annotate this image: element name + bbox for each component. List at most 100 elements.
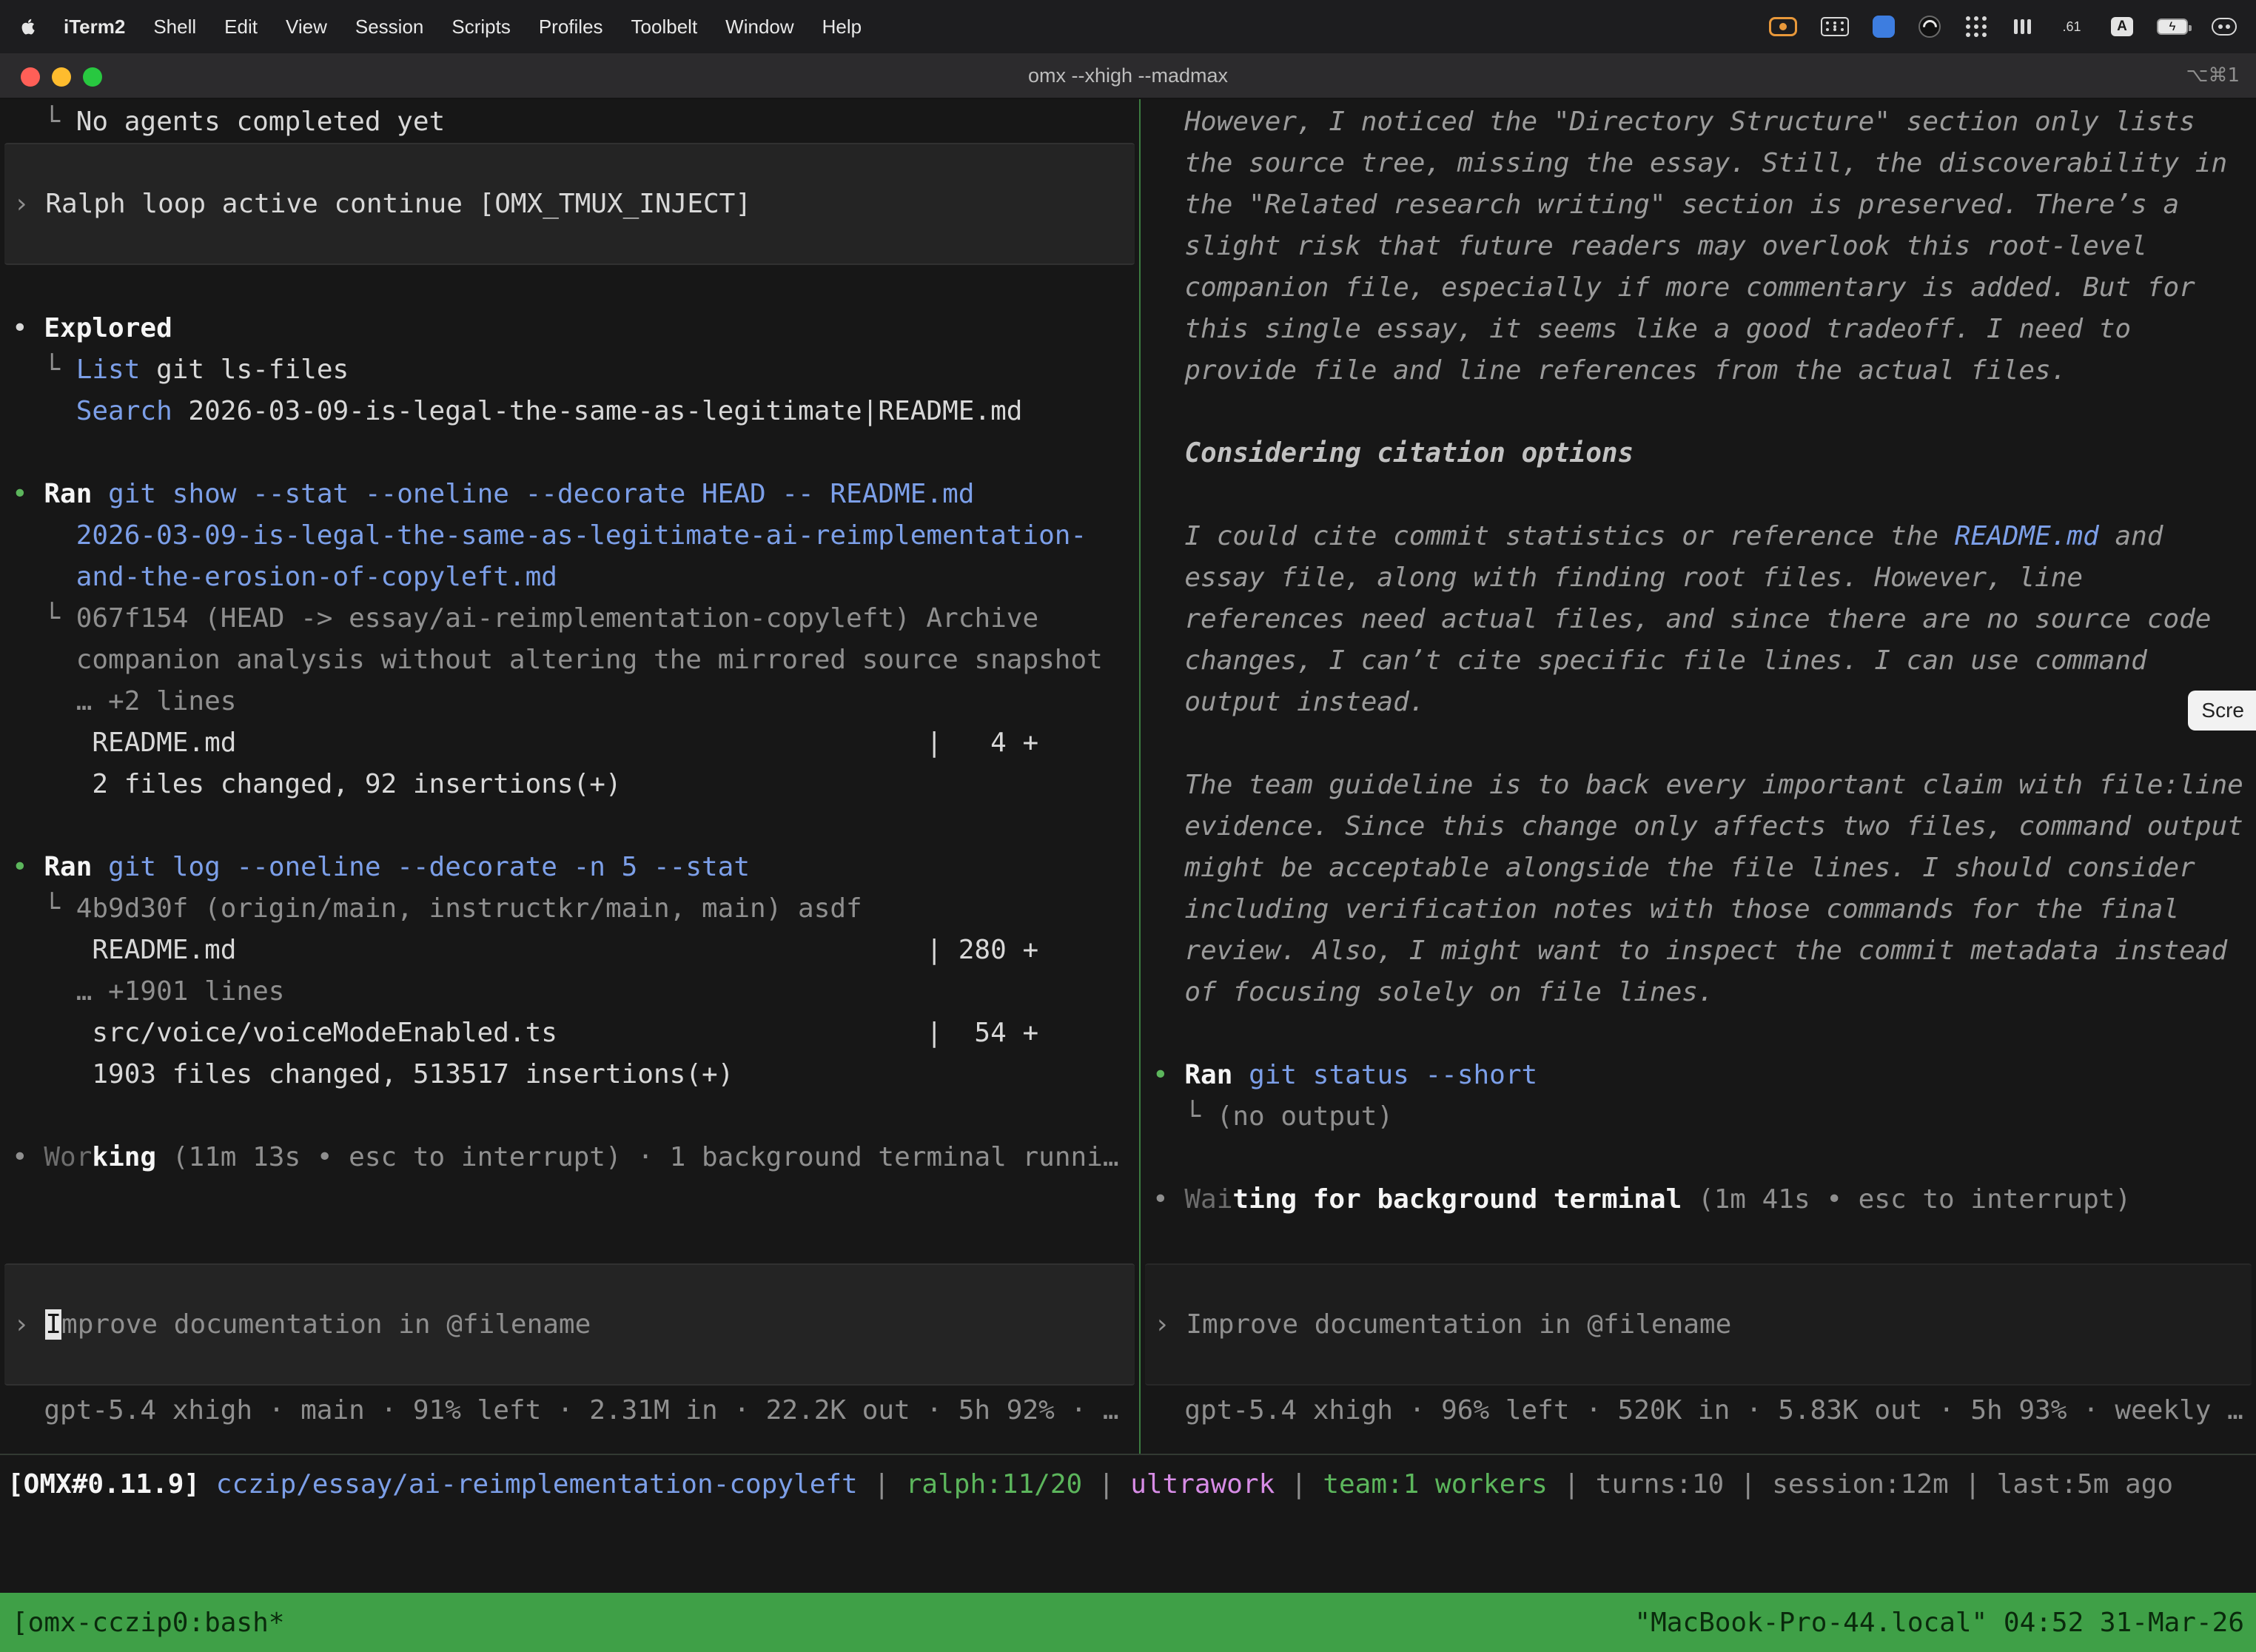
menu-iterm2[interactable]: iTerm2: [64, 16, 125, 38]
screen-share-tooltip[interactable]: Scre: [2188, 691, 2256, 731]
window-title: omx --xhigh --madmax: [0, 53, 2256, 98]
text-segment: README.md | 4 +: [12, 728, 1038, 758]
text-segment: gpt-5.4 xhigh · 96% left · 520K in · 5.8…: [1152, 1395, 2243, 1426]
right-pane[interactable]: However, I noticed the "Directory Struct…: [1141, 99, 2256, 1454]
terminal-line: [1141, 1013, 2256, 1055]
text-segment: cczip/essay/ai-reimplementation-copyleft: [216, 1469, 858, 1500]
prompt-input[interactable]: › Improve documentation in @filename: [1145, 1263, 2252, 1386]
menu-toolbelt[interactable]: Toolbelt: [631, 16, 698, 38]
text-segment: •: [1152, 1060, 1184, 1090]
terminal-line: might be acceptable alongside the file l…: [1141, 847, 2256, 889]
text-segment: the "Related research writing" section i…: [1152, 189, 2179, 220]
text-segment: However, I noticed the "Directory Struct…: [1152, 107, 2195, 137]
left-pane[interactable]: └ No agents completed yet › Ralph loop a…: [0, 99, 1139, 1454]
dark-app-icon[interactable]: [1918, 16, 1941, 38]
text-segment: Wor: [44, 1142, 92, 1172]
terminal-line: • Explored: [0, 308, 1139, 349]
app-grid-icon[interactable]: [1964, 15, 1988, 38]
text-segment: 1903 files changed, 513517 insertions(+): [12, 1059, 733, 1089]
text-segment: (no output): [1217, 1101, 1393, 1132]
text-segment: evidence. Since this change only affects…: [1152, 811, 2243, 842]
terminal-line: [1141, 392, 2256, 433]
text-segment: I could cite commit statistics or refere…: [1152, 521, 1955, 551]
left-pane-content: └ No agents completed yet › Ralph loop a…: [0, 101, 1139, 1178]
menu-profiles[interactable]: Profiles: [539, 16, 603, 38]
text-segment: git log --oneline --decorate -n 5 --stat: [108, 852, 750, 882]
text-segment: I: [45, 1309, 61, 1340]
text-segment: references need actual files, and since …: [1152, 604, 2211, 634]
text-segment: (11m 13s • esc to interrupt) · 1 backgro…: [156, 1142, 1118, 1172]
terminal-line: of focusing solely on file lines.: [1141, 972, 2256, 1013]
title-bar[interactable]: omx --xhigh --madmax ⌥⌘1: [0, 53, 2256, 99]
text-segment: └: [12, 107, 76, 137]
text-segment: of focusing solely on file lines.: [1152, 977, 1714, 1007]
text-segment: [12, 396, 76, 426]
text-segment: └: [12, 355, 76, 385]
stats-pill-icon[interactable]: [2012, 16, 2032, 38]
text-segment: |: [1548, 1469, 1596, 1500]
text-segment: git status --short: [1249, 1060, 1537, 1090]
text-segment: •: [12, 313, 44, 343]
text-segment: last:5m ago: [1997, 1469, 2173, 1500]
menu-help[interactable]: Help: [822, 16, 862, 38]
menu-window[interactable]: Window: [725, 16, 793, 38]
terminal-line: review. Also, I might want to inspect th…: [1141, 930, 2256, 972]
screen-recording-icon[interactable]: [1769, 17, 1797, 36]
text-segment: |: [1275, 1469, 1323, 1500]
input-source-icon[interactable]: [2111, 17, 2133, 36]
text-segment: ultrawork: [1130, 1469, 1275, 1500]
apple-menu-icon[interactable]: [19, 16, 38, 38]
terminal-line: • Ran git log --oneline --decorate -n 5 …: [0, 847, 1139, 888]
text-segment: Improve documentation in @filename: [1186, 1309, 1731, 1340]
tmux-session-window-label[interactable]: [omx-cczip0:bash*: [12, 1608, 284, 1638]
menu-scripts[interactable]: Scripts: [451, 16, 510, 38]
menu-view[interactable]: View: [286, 16, 327, 38]
text-segment: •: [12, 479, 44, 509]
text-segment: Explored: [44, 313, 172, 343]
text-segment: 2 files changed, 92 insertions(+): [12, 769, 622, 799]
terminal-line: [1141, 723, 2256, 765]
terminal-line: references need actual files, and since …: [1141, 599, 2256, 640]
terminal-line: … +2 lines: [0, 681, 1139, 722]
text-segment: No agents completed yet: [76, 107, 446, 137]
text-segment: ›: [13, 189, 45, 219]
menu-shell[interactable]: Shell: [153, 16, 196, 38]
text-segment: companion file, especially if more comme…: [1152, 272, 2195, 303]
right-pane-content: However, I noticed the "Directory Struct…: [1141, 101, 2256, 1220]
terminal-line: The team guideline is to back every impo…: [1141, 765, 2256, 806]
terminal-line: slight risk that future readers may over…: [1141, 226, 2256, 267]
text-segment: this single essay, it seems like a good …: [1152, 314, 2131, 344]
terminal-line: including verification notes with those …: [1141, 889, 2256, 930]
text-segment: Ran: [44, 479, 92, 509]
model-status-line: gpt-5.4 xhigh · main · 91% left · 2.31M …: [12, 1390, 1139, 1431]
gauge-icon[interactable]: [2056, 16, 2087, 38]
menu-edit[interactable]: Edit: [224, 16, 258, 38]
menu-session[interactable]: Session: [355, 16, 424, 38]
terminal-area: └ No agents completed yet › Ralph loop a…: [0, 99, 2256, 1454]
text-segment: ›: [1154, 1309, 1186, 1340]
text-segment: |: [1082, 1469, 1130, 1500]
text-segment: README.md | 280 +: [12, 935, 1038, 965]
text-segment: the source tree, missing the essay. Stil…: [1152, 148, 2227, 178]
battery-icon[interactable]: [2157, 19, 2188, 35]
text-segment: Search: [76, 396, 172, 426]
keyboard-icon[interactable]: [1821, 17, 1849, 36]
terminal-line: the "Related research writing" section i…: [1141, 184, 2256, 226]
text-segment: might be acceptable alongside the file l…: [1152, 853, 2195, 883]
text-segment: Wai: [1184, 1184, 1232, 1215]
text-segment: and: [2099, 521, 2163, 551]
text-segment: Ralph loop active continue [OMX_TMUX_INJ…: [45, 189, 751, 219]
blue-app-icon[interactable]: [1873, 16, 1895, 38]
terminal-line: this single essay, it seems like a good …: [1141, 309, 2256, 350]
terminal-line: README.md | 280 +: [0, 930, 1139, 971]
terminal-line: src/voice/voiceModeEnabled.ts | 54 +: [0, 1013, 1139, 1054]
text-segment: 4b9d30f (origin/main, instructkr/main, m…: [76, 893, 862, 924]
text-segment: └: [1152, 1101, 1217, 1132]
text-segment: ting for background terminal: [1232, 1184, 1682, 1215]
prompt-input[interactable]: › Improve documentation in @filename: [4, 1263, 1135, 1386]
terminal-line: [0, 432, 1139, 474]
text-segment: └: [12, 893, 76, 924]
control-center-icon[interactable]: [2212, 18, 2237, 36]
terminal-line: 1903 files changed, 513517 insertions(+): [0, 1054, 1139, 1095]
terminal-line: companion analysis without altering the …: [0, 639, 1139, 681]
